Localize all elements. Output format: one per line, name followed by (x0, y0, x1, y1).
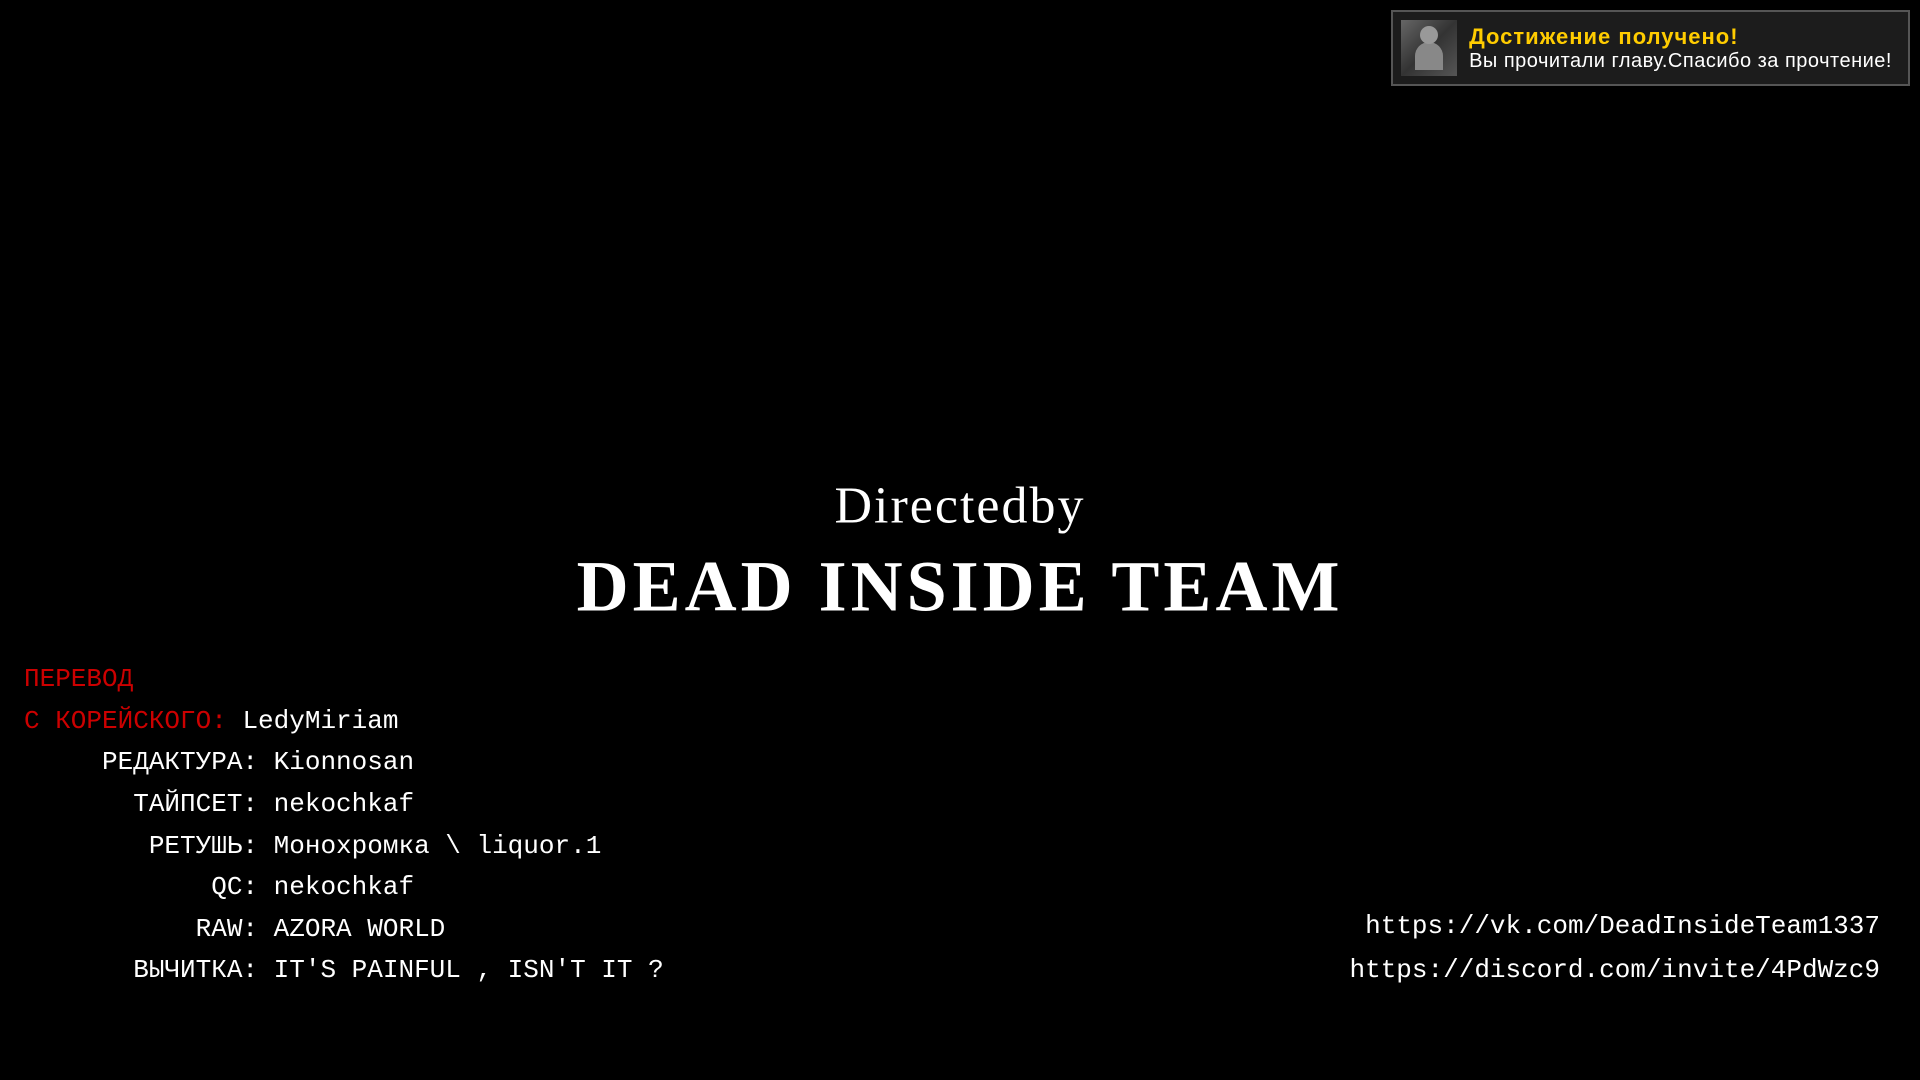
vk-link: https://vk.com/DeadInsideTeam1337 (1350, 904, 1881, 948)
credits-section: ПЕРЕВОД С КОРЕЙСКОГО: LedyMiriam РЕДАКТУР… (24, 659, 664, 992)
credit-value: LedyMiriam (242, 706, 398, 736)
credit-value: nekochkaf (274, 789, 414, 819)
discord-link: https://discord.com/invite/4PdWzc9 (1350, 948, 1881, 992)
team-name-text: DEAD INSIDE TEAM (577, 540, 1344, 634)
credit-label: РЕТУШЬ: (24, 831, 274, 861)
credit-line-3: ТАЙПСЕТ: nekochkaf (24, 784, 664, 826)
credit-label: ТАЙПСЕТ: (24, 789, 274, 819)
credit-label: RAW: (24, 914, 274, 944)
credit-label: QC: (24, 872, 274, 902)
credit-line-5: QC: nekochkaf (24, 867, 664, 909)
credit-value: Монохромка \ liquor.1 (274, 831, 602, 861)
achievement-title: Достижение получено! (1469, 24, 1892, 50)
credit-value: AZORA WORLD (274, 914, 446, 944)
credit-value: nekochkaf (274, 872, 414, 902)
credit-red-label: ПЕРЕВОД (24, 664, 133, 694)
credit-value: IT'S PAINFUL , ISN'T IT ? (274, 955, 664, 985)
credit-line-4: РЕТУШЬ: Монохромка \ liquor.1 (24, 826, 664, 868)
credit-red-label: С КОРЕЙСКОГО: (24, 706, 242, 736)
achievement-notification: Достижение получено! Вы прочитали главу.… (1391, 10, 1910, 86)
credit-line-7: ВЫЧИТКА: IT'S PAINFUL , ISN'T IT ? (24, 950, 664, 992)
credit-line-1: С КОРЕЙСКОГО: LedyMiriam (24, 701, 664, 743)
credit-value: Kionnosan (274, 747, 414, 777)
achievement-avatar (1401, 20, 1457, 76)
credit-line-0: ПЕРЕВОД (24, 659, 664, 701)
achievement-text-block: Достижение получено! Вы прочитали главу.… (1469, 24, 1892, 73)
directed-by-text: Directedby (577, 472, 1344, 540)
credit-label: ВЫЧИТКА: (24, 955, 274, 985)
credit-label: РЕДАКТУРА: (24, 747, 274, 777)
credit-line-2: РЕДАКТУРА: Kionnosan (24, 742, 664, 784)
achievement-description: Вы прочитали главу.Спасибо за прочтение! (1469, 50, 1892, 73)
credit-line-6: RAW: AZORA WORLD (24, 909, 664, 951)
links-section: https://vk.com/DeadInsideTeam1337 https:… (1350, 904, 1881, 992)
main-content: Directedby DEAD INSIDE TEAM (577, 472, 1344, 633)
